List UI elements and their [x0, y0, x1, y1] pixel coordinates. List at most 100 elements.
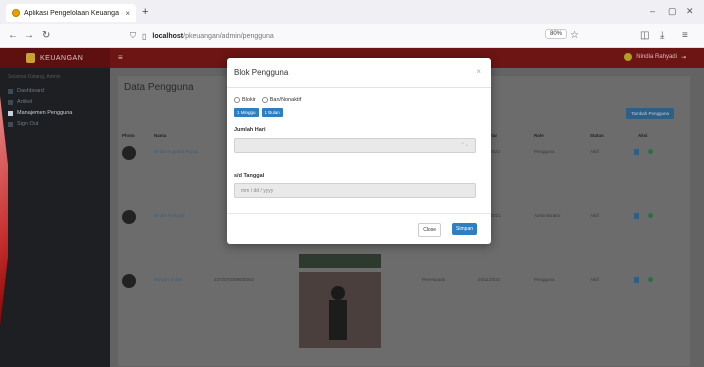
back-icon[interactable]: ← — [8, 30, 18, 41]
nip-cell: 2372072009930002 — [214, 277, 255, 282]
radio-blokir[interactable]: Blokir — [234, 97, 256, 103]
maximize-icon[interactable]: ▢ — [668, 6, 677, 17]
sidebar-item-manajemen-pengguna[interactable]: Manajemen Pengguna — [8, 110, 72, 116]
block-icon[interactable] — [648, 149, 653, 154]
close-icon[interactable]: × — [476, 67, 481, 76]
block-type-radio-group: Blokir Ban/Nonaktif — [234, 97, 301, 103]
date-placeholder: mm / dd / yyyy — [241, 188, 274, 194]
reload-icon[interactable]: ↻ — [42, 30, 50, 41]
pocket-icon[interactable]: ◫ — [640, 30, 649, 41]
status-cell: Aktif — [590, 277, 599, 282]
url-path: /pkeuangan/admin/pengguna — [183, 32, 274, 40]
close-button[interactable]: Close — [418, 223, 441, 237]
menu-icon[interactable]: ≡ — [682, 30, 688, 41]
role-cell: Pengguna — [534, 277, 555, 282]
days-label: Jumlah Hari — [234, 127, 266, 133]
favicon-icon — [12, 9, 20, 17]
new-tab-button[interactable]: + — [142, 6, 148, 18]
radio-label: Blokir — [242, 97, 256, 103]
status-cell: Aktif — [590, 149, 599, 154]
user-photo — [122, 210, 136, 224]
until-date-input[interactable]: mm / dd / yyyy — [234, 183, 476, 198]
add-user-button[interactable]: Tambah Pengguna — [626, 108, 674, 119]
article-icon — [8, 99, 13, 105]
close-window-icon[interactable]: ✕ — [686, 6, 694, 17]
column-header: Status — [590, 133, 604, 138]
column-header: Photo — [122, 133, 135, 138]
block-icon[interactable] — [648, 277, 653, 282]
user-photo-large — [299, 272, 381, 348]
radio-ban-nonaktif[interactable]: Ban/Nonaktif — [261, 97, 302, 103]
column-header: Nama — [154, 133, 167, 138]
edit-icon[interactable] — [634, 213, 639, 219]
photo-figure — [331, 286, 345, 300]
stepper-icon[interactable]: ⌃⌄ — [461, 142, 469, 148]
sidebar-toggle-icon[interactable]: ≡ — [118, 53, 123, 62]
forward-icon[interactable]: → — [24, 30, 34, 41]
role-cell: Pengguna — [534, 149, 555, 154]
duration-presets: 1 Minggu 1 Bulan — [234, 108, 283, 117]
avatar — [624, 53, 633, 61]
block-user-modal: Blok Pengguna × Blokir Ban/Nonaktif 1 Mi… — [227, 58, 491, 244]
preset-1-week-button[interactable]: 1 Minggu — [234, 108, 259, 117]
sidebar-item-label: Artikel — [17, 99, 33, 105]
registered-cell: 04/11/2022 — [478, 277, 501, 282]
sidebar-item-label: Sign Out — [17, 121, 39, 127]
block-icon[interactable] — [648, 213, 653, 218]
radio-circle[interactable] — [261, 97, 268, 103]
column-header: Aksi — [638, 133, 648, 138]
page-title: Data Pengguna — [124, 82, 194, 93]
browser-tab[interactable]: Aplikasi Pengelolaan Keuanga × — [6, 4, 136, 22]
download-icon[interactable]: ⤓ — [660, 30, 664, 41]
zoom-level[interactable]: 80% — [545, 29, 568, 39]
brand-name: KEUANGAN — [40, 54, 84, 62]
user-name-cell[interactable]: Nindia Rahyadi — [154, 213, 185, 218]
radio-circle[interactable] — [234, 97, 240, 103]
user-menu[interactable]: Nindia Rahyadi ⇥ — [624, 53, 686, 61]
browser-navbar: ← → ↻ ⛉ ▯ localhost/pkeuangan/admin/peng… — [0, 24, 704, 48]
brand-logo-icon — [26, 53, 35, 63]
modal-title: Blok Pengguna — [234, 68, 289, 77]
photo-figure-body — [329, 300, 347, 340]
user-photo — [122, 274, 136, 288]
sidebar-item-label: Manajemen Pengguna — [17, 110, 73, 116]
sidebar-item-sign-out[interactable]: Sign Out — [8, 121, 38, 127]
days-input[interactable]: ⌃⌄ — [234, 138, 476, 153]
brand[interactable]: KEUANGAN — [0, 48, 110, 68]
tab-close-icon[interactable]: × — [125, 9, 130, 18]
gender-cell: Perempuan — [422, 277, 446, 282]
preset-1-month-button[interactable]: 1 Bulan — [261, 108, 283, 117]
minimize-icon[interactable]: – — [650, 6, 655, 16]
browser-tabbar: Aplikasi Pengelolaan Keuanga × + – ▢ ✕ — [0, 0, 704, 24]
users-icon — [8, 110, 13, 116]
column-header: Role — [534, 133, 544, 138]
sidebar-item-dashboard[interactable]: Dashboard — [8, 88, 44, 94]
modal-header: Blok Pengguna × — [227, 58, 491, 88]
role-cell: Administrator — [534, 213, 561, 218]
user-name-cell[interactable]: Mulyani Indah — [154, 277, 182, 282]
radio-label: Ban/Nonaktif — [269, 97, 302, 103]
user-photo — [122, 146, 136, 160]
page-icon: ▯ — [142, 31, 147, 41]
modal-divider — [227, 213, 491, 214]
until-date-label: s/d Tanggal — [234, 173, 265, 179]
sidebar-greeting: Selamat Datang, Admin — [8, 74, 61, 80]
logout-icon[interactable]: ⇥ — [681, 54, 686, 61]
save-button[interactable]: Simpan — [452, 223, 477, 235]
sign-out-icon — [8, 121, 13, 127]
sidebar: Selamat Datang, Admin Dashboard Artikel … — [0, 68, 110, 367]
address-bar[interactable]: ⛉ ▯ localhost/pkeuangan/admin/pengguna — [130, 28, 600, 44]
dashboard-icon — [8, 88, 13, 94]
status-cell: Aktif — [590, 213, 599, 218]
sidebar-item-label: Dashboard — [17, 88, 44, 94]
url-host: localhost — [152, 32, 184, 40]
edit-icon[interactable] — [634, 149, 639, 155]
bookmark-star-icon[interactable]: ☆ — [570, 30, 579, 41]
user-name: Nindia Rahyadi — [636, 54, 677, 60]
sidebar-item-artikel[interactable]: Artikel — [8, 99, 32, 105]
tab-title: Aplikasi Pengelolaan Keuanga — [24, 9, 119, 17]
edit-icon[interactable] — [634, 277, 639, 283]
user-name-cell[interactable]: Ninda Nugraha Purwa — [154, 149, 198, 154]
user-photo-large — [299, 254, 381, 268]
shield-icon: ⛉ — [130, 31, 136, 40]
